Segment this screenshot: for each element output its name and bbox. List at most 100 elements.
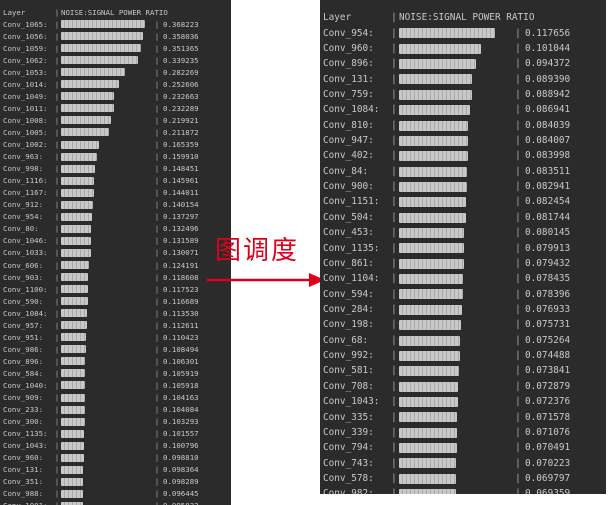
layer-name: Conv_960: <box>3 453 44 463</box>
table-row: Conv_1008: | | 0.219921 <box>0 114 231 126</box>
column-separator: | <box>154 79 160 89</box>
ratio-bar <box>399 105 470 116</box>
layer-name: Conv_896: <box>323 58 374 70</box>
ratio-bar-cell <box>399 333 513 348</box>
ratio-bar <box>399 258 464 269</box>
column-separator: | <box>515 365 521 377</box>
layer-name: Conv_402: <box>323 150 374 162</box>
ratio-bar-cell <box>61 90 153 102</box>
table-row: Conv_1104: | | 0.078435 <box>320 271 606 286</box>
column-separator: | <box>391 27 397 39</box>
column-separator: | <box>54 224 60 234</box>
ratio-bar <box>61 152 98 161</box>
table-row: Conv_912: | | 0.140154 <box>0 199 231 211</box>
ratio-bar <box>399 458 457 469</box>
table-row: Conv_1065: | | 0.368223 <box>0 18 231 30</box>
ratio-value: 0.084039 <box>525 119 571 131</box>
ratio-bar <box>399 489 456 494</box>
column-separator: | <box>154 140 160 150</box>
table-row: Conv_896: | | 0.106301 <box>0 355 231 367</box>
column-separator: | <box>154 164 160 174</box>
ratio-bar <box>61 68 126 77</box>
ratio-bar <box>61 429 85 438</box>
column-separator: | <box>391 488 397 494</box>
column-separator: | <box>154 296 160 306</box>
ratio-value: 0.132496 <box>163 224 199 234</box>
ratio-bar <box>61 297 88 306</box>
ratio-value: 0.145961 <box>163 176 199 186</box>
ratio-bar-cell <box>61 367 153 379</box>
ratio-bar-cell <box>61 379 153 391</box>
column-separator: | <box>515 135 521 147</box>
annotation-label: 图调度 <box>215 236 300 266</box>
ratio-bar-cell <box>61 331 153 343</box>
column-separator: | <box>154 55 160 65</box>
table-row: Conv_1056: | | 0.358036 <box>0 30 231 42</box>
ratio-bar <box>399 473 456 484</box>
ratio-bar <box>399 396 459 407</box>
table-row: Conv_578: | | 0.069797 <box>320 471 606 486</box>
column-separator: | <box>154 43 160 53</box>
layer-name: Conv_131: <box>3 465 44 475</box>
ratio-value: 0.110423 <box>163 332 199 342</box>
ratio-bar <box>61 80 119 89</box>
ratio-value: 0.081744 <box>525 211 571 223</box>
column-separator: | <box>391 426 397 438</box>
layer-name: Conv_954: <box>3 212 44 222</box>
column-separator: | <box>154 489 160 499</box>
ratio-value: 0.104163 <box>163 393 199 403</box>
ratio-bar <box>61 92 115 101</box>
ratio-bar <box>61 44 142 53</box>
column-separator: | <box>515 488 521 494</box>
column-separator: | <box>154 380 160 390</box>
layer-name: Conv_900: <box>323 181 374 193</box>
column-separator: | <box>515 442 521 454</box>
ratio-bar <box>61 32 143 41</box>
layer-name: Conv_982: <box>323 488 374 494</box>
column-separator: | <box>54 127 60 137</box>
ratio-bar <box>399 197 467 208</box>
ratio-value: 0.101557 <box>163 429 199 439</box>
column-separator: | <box>154 212 160 222</box>
table-row: Conv_1151: | | 0.082454 <box>320 194 606 209</box>
left-terminal-output: Layer | NOISE:SIGNAL POWER RATIO Conv_10… <box>0 0 231 505</box>
ratio-bar <box>399 289 463 300</box>
table-row: Conv_1084: | | 0.086941 <box>320 102 606 117</box>
column-separator: | <box>515 319 521 331</box>
table-row: Conv_590: | | 0.116689 <box>0 295 231 307</box>
column-separator: | <box>391 181 397 193</box>
column-separator: | <box>54 55 60 65</box>
ratio-bar <box>61 56 139 65</box>
ratio-bar-cell <box>399 194 513 209</box>
layer-name: Conv_1033: <box>3 248 48 258</box>
ratio-bar-cell <box>399 148 513 163</box>
ratio-bar-cell <box>61 42 153 54</box>
column-separator: | <box>54 417 60 427</box>
column-separator: | <box>391 242 397 254</box>
layer-name: Conv_1116: <box>3 176 48 186</box>
column-separator: | <box>53 501 61 505</box>
layer-name: Conv_988: <box>3 489 44 499</box>
layer-name: Conv_954: <box>323 27 374 39</box>
ratio-bar <box>61 104 114 113</box>
column-separator: | <box>54 405 60 415</box>
ratio-bar-cell <box>61 307 153 319</box>
ratio-bar-cell <box>61 488 153 500</box>
column-separator: | <box>391 350 397 362</box>
ratio-bar-cell <box>61 78 153 90</box>
column-separator: | <box>54 7 60 17</box>
table-row: Conv_584: | | 0.105919 <box>0 367 231 379</box>
ratio-value: 0.105918 <box>163 380 199 390</box>
table-row: Conv_954: | | 0.117656 <box>320 25 606 40</box>
column-separator: | <box>515 196 521 208</box>
layer-name: Conv_861: <box>323 257 374 269</box>
table-row: Conv_233: | | 0.104084 <box>0 404 231 416</box>
layer-name: Conv_960: <box>323 42 374 54</box>
ratio-bar <box>61 357 86 366</box>
ratio-bar <box>61 224 92 233</box>
column-separator: | <box>515 350 521 362</box>
column-separator: | <box>154 441 160 451</box>
column-separator: | <box>515 104 521 116</box>
column-separator: | <box>154 272 160 282</box>
ratio-column-header: NOISE:SIGNAL POWER RATIO <box>61 7 168 17</box>
